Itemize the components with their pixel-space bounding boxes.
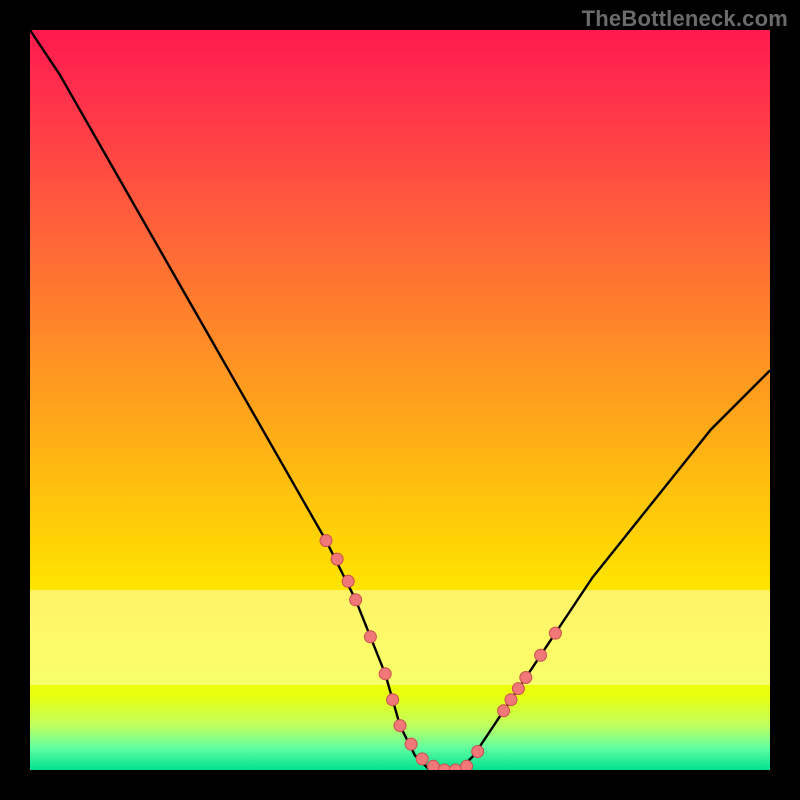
chart-container: TheBottleneck.com [0, 0, 800, 800]
gradient-plot-area [30, 30, 770, 770]
watermark-text: TheBottleneck.com [582, 6, 788, 32]
